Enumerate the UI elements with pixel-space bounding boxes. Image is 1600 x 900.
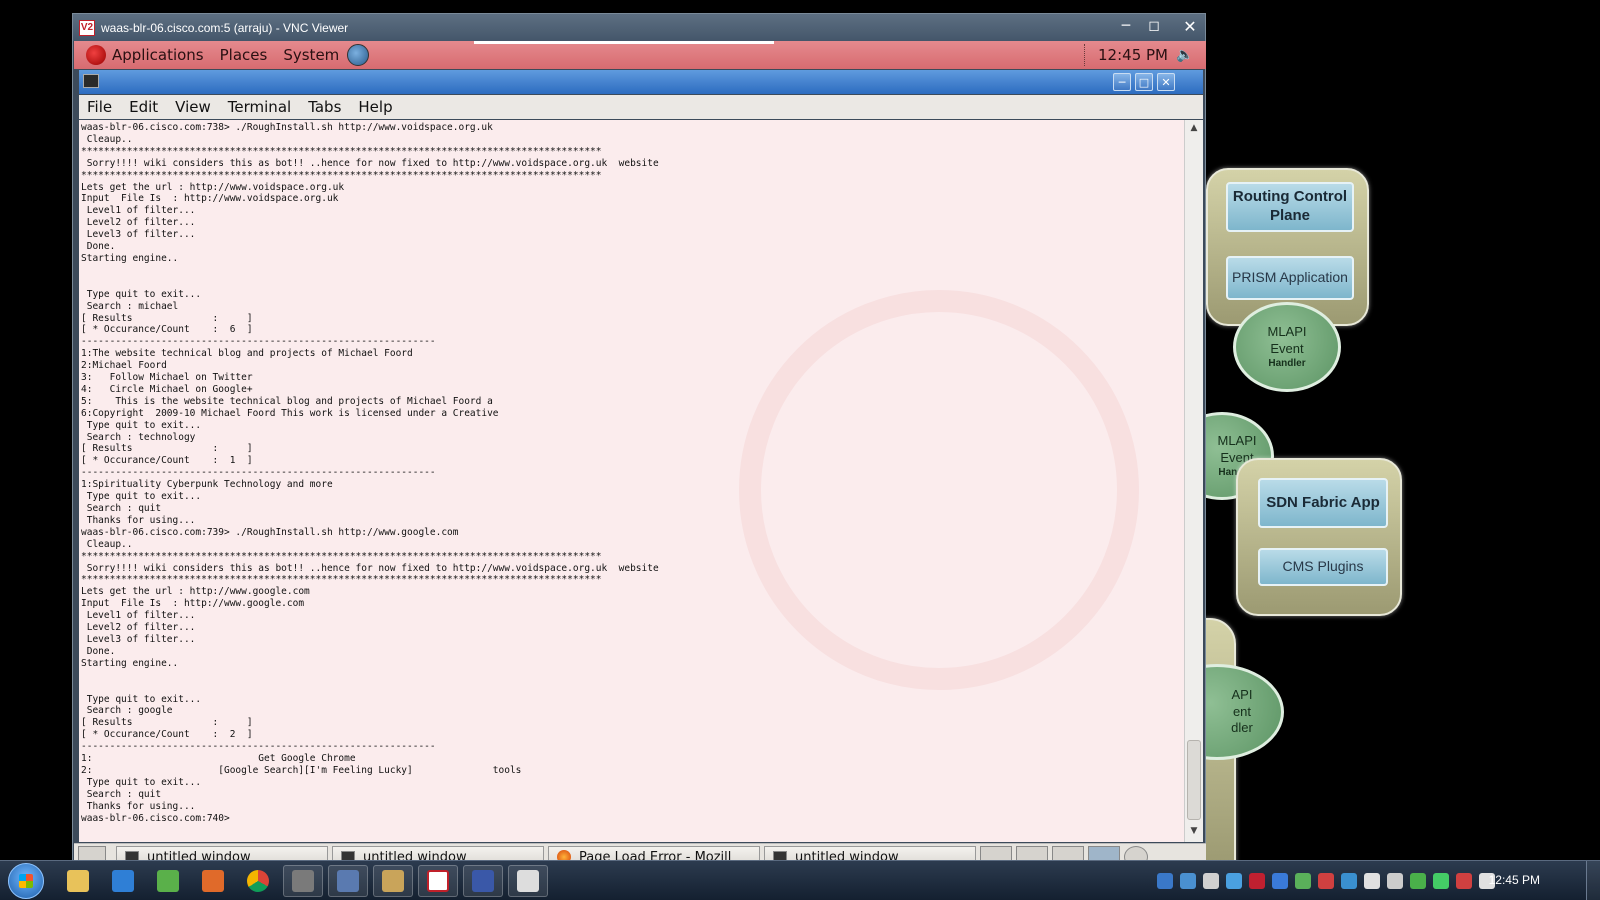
chrome-icon [247,870,269,892]
terminal-menubar: File Edit View Terminal Tabs Help [79,95,1203,119]
mlapi-label: API [1231,686,1253,702]
vnc-viewer-window: V2 waas-blr-06.cisco.com:5 (arraju) - VN… [72,13,1206,889]
bluetooth-tray-icon[interactable] [1272,873,1288,889]
scroll-up-icon[interactable]: ▲ [1188,123,1200,135]
routing-control-plane-label: Routing Control Plane [1226,182,1354,232]
scroll-down-icon[interactable]: ▼ [1188,826,1200,838]
gnome-top-panel: Applications Places System 12:45 PM 🔈 [74,41,1206,69]
tool-icon [292,870,314,892]
redhat-logo-icon [86,45,106,65]
tool-taskbar-icon[interactable] [283,865,323,897]
handler-label: Handler [1268,358,1306,370]
network-icon [157,870,179,892]
handler-label: dler [1231,720,1253,736]
chat-icon [517,870,539,892]
app-tray-icon[interactable] [1341,873,1357,889]
media-player-taskbar-icon[interactable] [193,865,233,897]
vnc-titlebar[interactable]: V2 waas-blr-06.cisco.com:5 (arraju) - VN… [73,14,1205,41]
menu-file[interactable]: File [87,98,112,116]
mlapi-label: MLAPI [1217,432,1257,448]
app-tray-icon[interactable] [1318,873,1334,889]
sync-tray-icon[interactable] [1433,873,1449,889]
media-player-icon [202,870,224,892]
start-button[interactable] [8,863,44,899]
folder-icon [382,870,404,892]
menu-view[interactable]: View [175,98,211,116]
menu-system[interactable]: System [283,46,339,64]
chat-taskbar-icon[interactable] [508,865,548,897]
mlapi-label: MLAPI [1267,323,1307,339]
volume-icon[interactable]: 🔈 [1176,47,1193,63]
web-browser-launcher-icon[interactable] [347,44,370,66]
network-tray-icon[interactable] [1226,873,1242,889]
prism-application-label: PRISM Application [1226,256,1354,300]
cisco-tray-icon[interactable] [1203,873,1219,889]
menu-applications[interactable]: Applications [112,46,204,64]
folder-taskbar-icon[interactable] [373,865,413,897]
cms-plugins-label: CMS Plugins [1258,548,1388,586]
globe-tray-icon[interactable] [1410,873,1426,889]
signal-tray-icon[interactable] [1387,873,1403,889]
vnc-window-title: waas-blr-06.cisco.com:5 (arraju) - VNC V… [101,20,349,35]
panel-separator [1084,44,1086,66]
terminal-titlebar[interactable]: ─ □ ✕ [79,70,1203,94]
scroll-thumb[interactable] [1187,740,1201,820]
network-taskbar-icon[interactable] [148,865,188,897]
panel-stripe [474,41,774,44]
internet-explorer-taskbar-icon[interactable] [103,865,143,897]
close-icon[interactable]: ✕ [1177,16,1203,36]
menu-terminal[interactable]: Terminal [228,98,291,116]
chrome-taskbar-icon[interactable] [238,865,278,897]
internet-explorer-icon [112,870,134,892]
terminal-scrollbar[interactable]: ▲ ▼ [1184,120,1203,842]
terminal-minimize-icon[interactable]: ─ [1113,73,1131,91]
event-label: Event [1270,340,1304,356]
background-watermark [739,290,1139,690]
screen-taskbar-icon[interactable] [463,865,503,897]
event-label: ent [1232,703,1252,719]
lock-tray-icon[interactable] [1249,873,1265,889]
vnc-viewer-icon [427,870,449,892]
vnc-viewer-taskbar-icon[interactable] [418,865,458,897]
flag-tray-icon[interactable] [1364,873,1380,889]
terminal-close-icon[interactable]: ✕ [1157,73,1175,91]
screen-icon [472,870,494,892]
menu-tabs[interactable]: Tabs [308,98,341,116]
terminal-maximize-icon[interactable]: □ [1135,73,1153,91]
windows-taskbar: 12:45 PM [0,860,1600,900]
diagram-block-sdn: SDN Fabric App CMS Plugins [1236,458,1402,616]
terminal-app-icon [83,74,99,88]
show-desktop-button[interactable] [1586,861,1600,900]
mlapi-event-handler-1: MLAPI Event Handler [1233,302,1341,392]
app-tray-icon[interactable] [1295,873,1311,889]
menu-edit[interactable]: Edit [129,98,158,116]
terminal-output[interactable]: waas-blr-06.cisco.com:738> ./RoughInstal… [79,120,1184,842]
minimize-icon[interactable]: ─ [1113,16,1139,36]
mute-tray-icon[interactable] [1456,873,1472,889]
menu-help[interactable]: Help [358,98,392,116]
menu-places[interactable]: Places [220,46,268,64]
monitor-taskbar-icon[interactable] [328,865,368,897]
outlook-tray-icon[interactable] [1157,873,1173,889]
explorer-taskbar-icon[interactable] [58,865,98,897]
panel-clock[interactable]: 12:45 PM [1098,46,1168,64]
taskbar-clock[interactable]: 12:45 PM [1489,873,1540,887]
maximize-icon[interactable]: ◻ [1141,16,1167,36]
vnc-logo-icon: V2 [79,19,95,36]
monitor-icon [337,870,359,892]
sdn-fabric-app-label: SDN Fabric App [1258,478,1388,528]
shield-tray-icon[interactable] [1180,873,1196,889]
explorer-icon [67,870,89,892]
